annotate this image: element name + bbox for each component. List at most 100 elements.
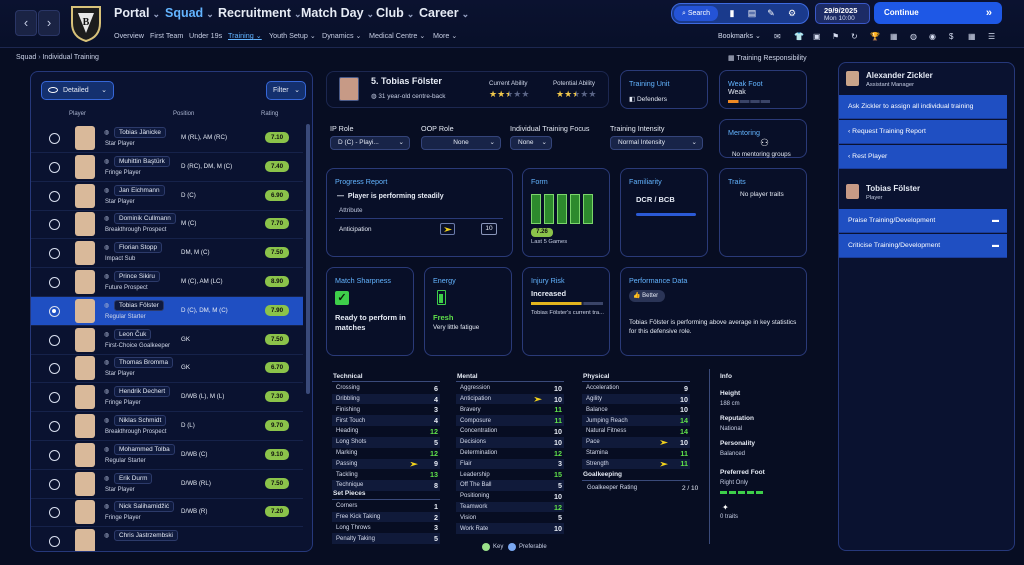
training-unit-card[interactable]: Training Unit ◧ Defenders: [620, 70, 708, 109]
select-radio[interactable]: [49, 507, 60, 519]
col-player-header[interactable]: Player: [69, 111, 86, 117]
col-position-header[interactable]: Position: [173, 111, 194, 117]
subnav-youth-setup[interactable]: Youth Setup ⌄: [269, 31, 316, 40]
nav-squad[interactable]: Squad ⌄: [165, 6, 214, 20]
settings-icon[interactable]: ⚙: [785, 6, 799, 20]
filter-button[interactable]: Filter ⌄: [266, 81, 306, 100]
select-radio[interactable]: [49, 536, 60, 548]
criticise-training-button[interactable]: Criticise Training/Development ▬: [839, 234, 1007, 258]
assign-training-button[interactable]: Ask Zickler to assign all individual tra…: [839, 95, 1007, 119]
subnav-more[interactable]: More ⌄: [433, 31, 457, 40]
back-button[interactable]: ‹: [15, 10, 37, 36]
continue-button[interactable]: Continue»: [874, 2, 1002, 24]
globe-icon[interactable]: ◍: [910, 32, 917, 41]
subnav-training[interactable]: Training ⌄: [228, 31, 262, 40]
nav-portal[interactable]: Portal ⌄: [114, 6, 160, 20]
player-name[interactable]: Niklas Schmidt: [114, 415, 167, 426]
traits-count[interactable]: 0 traits: [720, 514, 738, 520]
player-row[interactable]: ◍ Erik Durm Star Player D/WB (RL) 7.50: [31, 470, 303, 499]
traits-card[interactable]: Traits No player traits: [719, 168, 807, 257]
training-responsibility-link[interactable]: ▦ Training Responsibility: [728, 54, 807, 62]
scrollbar[interactable]: [306, 124, 310, 394]
player-name[interactable]: Tobias Jänicke: [114, 127, 166, 138]
finance-icon[interactable]: $: [949, 32, 953, 41]
select-radio[interactable]: [49, 248, 60, 260]
player-name[interactable]: Prince Sikiru: [114, 271, 160, 282]
edit-icon[interactable]: ✎: [764, 6, 778, 20]
shirt-icon[interactable]: 👕: [794, 32, 804, 41]
injury-risk-card[interactable]: Injury Risk Increased Tobias Fölster's c…: [522, 267, 610, 356]
select-radio[interactable]: [49, 305, 60, 317]
player-row[interactable]: ◍ Thomas Bromma Star Player GK 6.70: [31, 354, 303, 384]
nav-match-day[interactable]: Match Day ⌄: [301, 6, 374, 20]
stadium-icon[interactable]: ▦: [890, 32, 898, 41]
club-icon[interactable]: ◉: [929, 32, 936, 41]
player-name[interactable]: Thomas Bromma: [114, 357, 174, 369]
training-intensity-dropdown[interactable]: Normal Intensity ⌄: [610, 136, 703, 150]
select-radio[interactable]: [49, 133, 60, 144]
refresh-icon[interactable]: ↻: [851, 32, 858, 41]
select-radio[interactable]: [49, 190, 60, 202]
oop-role-dropdown[interactable]: None ⌄: [421, 136, 501, 150]
player-name[interactable]: Chris Jastrzembski: [114, 530, 178, 542]
view-dropdown[interactable]: Detailed ⌄: [41, 81, 114, 100]
player-name[interactable]: Tobias Fölster: [114, 299, 164, 311]
notes-icon[interactable]: ▤: [745, 6, 759, 20]
subnav-under-19s[interactable]: Under 19s: [189, 31, 222, 40]
select-radio[interactable]: [49, 363, 60, 375]
player-row[interactable]: ◍ Mohammed Tolba Regular Starter D/WB (C) 9.…: [31, 441, 303, 470]
select-radio[interactable]: [49, 219, 60, 231]
nav-career[interactable]: Career ⌄: [419, 6, 469, 20]
bookmark-icon[interactable]: ▮: [725, 6, 739, 20]
club-crest-icon[interactable]: B: [68, 3, 104, 43]
player-name[interactable]: Jan Eichmann: [114, 184, 165, 196]
player-name[interactable]: Nick Salihamidžić: [114, 501, 175, 513]
nav-club[interactable]: Club ⌄: [376, 6, 414, 20]
training-focus-dropdown[interactable]: None ⌄: [510, 136, 552, 150]
nav-recruitment[interactable]: Recruitment ⌄: [218, 6, 301, 20]
select-radio[interactable]: [49, 392, 60, 404]
search-button[interactable]: ⌕ Search: [674, 6, 718, 21]
calendar-icon[interactable]: ▦: [968, 32, 976, 41]
rest-player-button[interactable]: ‹ Rest Player: [839, 145, 1007, 169]
player-row[interactable]: ◍ Prince Sikiru Future Prospect M (C), AM (…: [31, 268, 303, 297]
select-radio[interactable]: [49, 277, 60, 288]
forward-button[interactable]: ›: [38, 10, 60, 36]
familiarity-card[interactable]: Familiarity DCR / BCB: [620, 168, 708, 257]
select-radio[interactable]: [49, 161, 60, 173]
select-radio[interactable]: [49, 449, 60, 461]
col-rating-header[interactable]: Rating: [261, 111, 278, 117]
player-name[interactable]: Dominik Cullmann: [114, 213, 176, 225]
player-row[interactable]: ◍ Florian Stopp Impact Sub DM, M (C) 7.50: [31, 239, 303, 269]
player-name[interactable]: Muhittin Baştürk: [114, 155, 170, 167]
player-row[interactable]: ◍ Niklas Schmidt Breakthrough Prospect D (L…: [31, 412, 303, 441]
subnav-overview[interactable]: Overview: [114, 31, 144, 40]
energy-card[interactable]: Energy Fresh Very little fatigue: [424, 267, 512, 356]
subnav-first-team[interactable]: First Team: [150, 31, 183, 40]
player-row[interactable]: ◍ Nick Salihamidžić Fringe Player D/WB (R) 7…: [31, 498, 303, 528]
progress-report-card[interactable]: Progress Report — Player is performing s…: [326, 168, 513, 257]
trophy-icon[interactable]: 🏆: [870, 32, 880, 41]
player-name[interactable]: Erik Durm: [114, 472, 153, 484]
player-name[interactable]: Mohammed Tolba: [114, 443, 175, 455]
subnav-dynamics[interactable]: Dynamics ⌄: [322, 31, 362, 40]
select-radio[interactable]: [49, 421, 60, 432]
performance-data-card[interactable]: Performance Data 👍 Better Tobias Fölster…: [620, 267, 807, 356]
mentoring-card[interactable]: Mentoring ⚇ No mentoring groups: [719, 119, 807, 158]
player-name[interactable]: Florian Stopp: [114, 242, 163, 254]
breadcrumb-squad[interactable]: Squad: [16, 54, 36, 61]
player-row[interactable]: ◍ Leon Čuk First-Choice Goalkeeper GK 7.50: [31, 326, 303, 355]
player-row[interactable]: ◍ Hendrik Dechert Fringe Player D/WB (L), M…: [31, 383, 303, 413]
request-report-button[interactable]: ‹ Request Training Report: [839, 120, 1007, 144]
subnav-medical-centre[interactable]: Medical Centre ⌄: [369, 31, 425, 40]
inbox-icon[interactable]: ✉: [774, 32, 781, 41]
form-card[interactable]: Form 7.26 Last 5 Games: [522, 168, 610, 257]
player-row[interactable]: ◍ Chris Jastrzembski: [31, 527, 303, 551]
player-row[interactable]: ◍ Dominik Cullmann Breakthrough Prospect M …: [31, 210, 303, 240]
select-radio[interactable]: [49, 478, 60, 490]
select-radio[interactable]: [49, 334, 60, 346]
player-row[interactable]: ◍ Muhittin Baştürk Fringe Player D (RC), DM…: [31, 153, 303, 182]
player-row[interactable]: ◍ Tobias Fölster Regular Starter D (C), DM,…: [31, 296, 303, 326]
player-row[interactable]: ◍ Jan Eichmann Star Player D (C) 6.90: [31, 182, 303, 211]
date-display[interactable]: 29/9/2025 Mon 10:00: [815, 3, 870, 24]
